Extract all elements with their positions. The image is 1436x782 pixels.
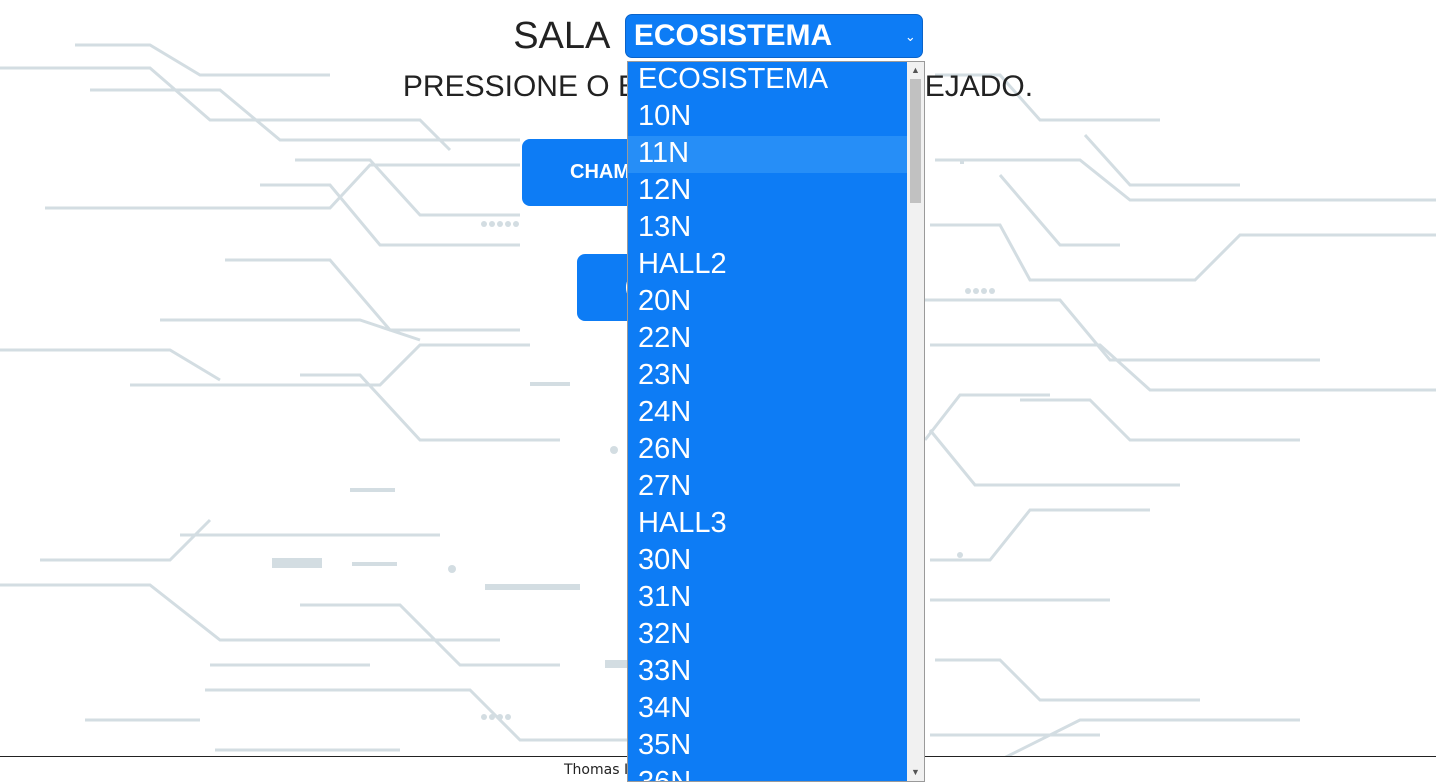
room-option[interactable]: 34N	[628, 691, 908, 728]
room-option[interactable]: 27N	[628, 469, 908, 506]
room-option[interactable]: ECOSISTEMA	[628, 62, 908, 99]
room-select[interactable]: ECOSISTEMA ⌄	[624, 14, 923, 58]
room-dropdown-list[interactable]: ECOSISTEMA 10N 11N 12N 13N HALL2 20N 22N…	[627, 61, 925, 782]
room-option[interactable]: HALL2	[628, 247, 908, 284]
footer-text: Thomas I	[564, 762, 629, 778]
room-option[interactable]: 33N	[628, 654, 908, 691]
room-select-value: ECOSISTEMA	[633, 19, 833, 52]
room-option[interactable]: 35N	[628, 728, 908, 765]
room-option[interactable]: 22N	[628, 321, 908, 358]
room-option[interactable]: 36N	[628, 765, 908, 781]
sala-label: SALA	[513, 14, 611, 57]
room-option[interactable]: 20N	[628, 284, 908, 321]
room-option[interactable]: 12N	[628, 173, 908, 210]
room-option[interactable]: 31N	[628, 580, 908, 617]
dropdown-scrollbar[interactable]: ▲ ▼	[907, 62, 924, 781]
room-option[interactable]: 24N	[628, 395, 908, 432]
room-option[interactable]: 32N	[628, 617, 908, 654]
page: SALA ECOSISTEMA ⌄ PRESSIONE O BOTÃO RE V…	[0, 0, 1436, 782]
call-service-button-label: CHAM	[570, 161, 630, 183]
scrollbar-thumb[interactable]	[910, 79, 921, 203]
room-option[interactable]: HALL3	[628, 506, 908, 543]
room-options: ECOSISTEMA 10N 11N 12N 13N HALL2 20N 22N…	[628, 62, 908, 781]
chevron-down-icon[interactable]: ⌄	[905, 29, 916, 45]
room-option[interactable]: 30N	[628, 543, 908, 580]
room-option[interactable]: 10N	[628, 99, 908, 136]
room-option[interactable]: 26N	[628, 432, 908, 469]
scroll-down-arrow-icon[interactable]: ▼	[907, 764, 924, 781]
header: SALA ECOSISTEMA ⌄	[0, 14, 1436, 58]
room-option[interactable]: 23N	[628, 358, 908, 395]
room-option[interactable]: 13N	[628, 210, 908, 247]
room-option-hovered[interactable]: 11N	[628, 136, 908, 173]
scroll-up-arrow-icon[interactable]: ▲	[907, 62, 924, 79]
